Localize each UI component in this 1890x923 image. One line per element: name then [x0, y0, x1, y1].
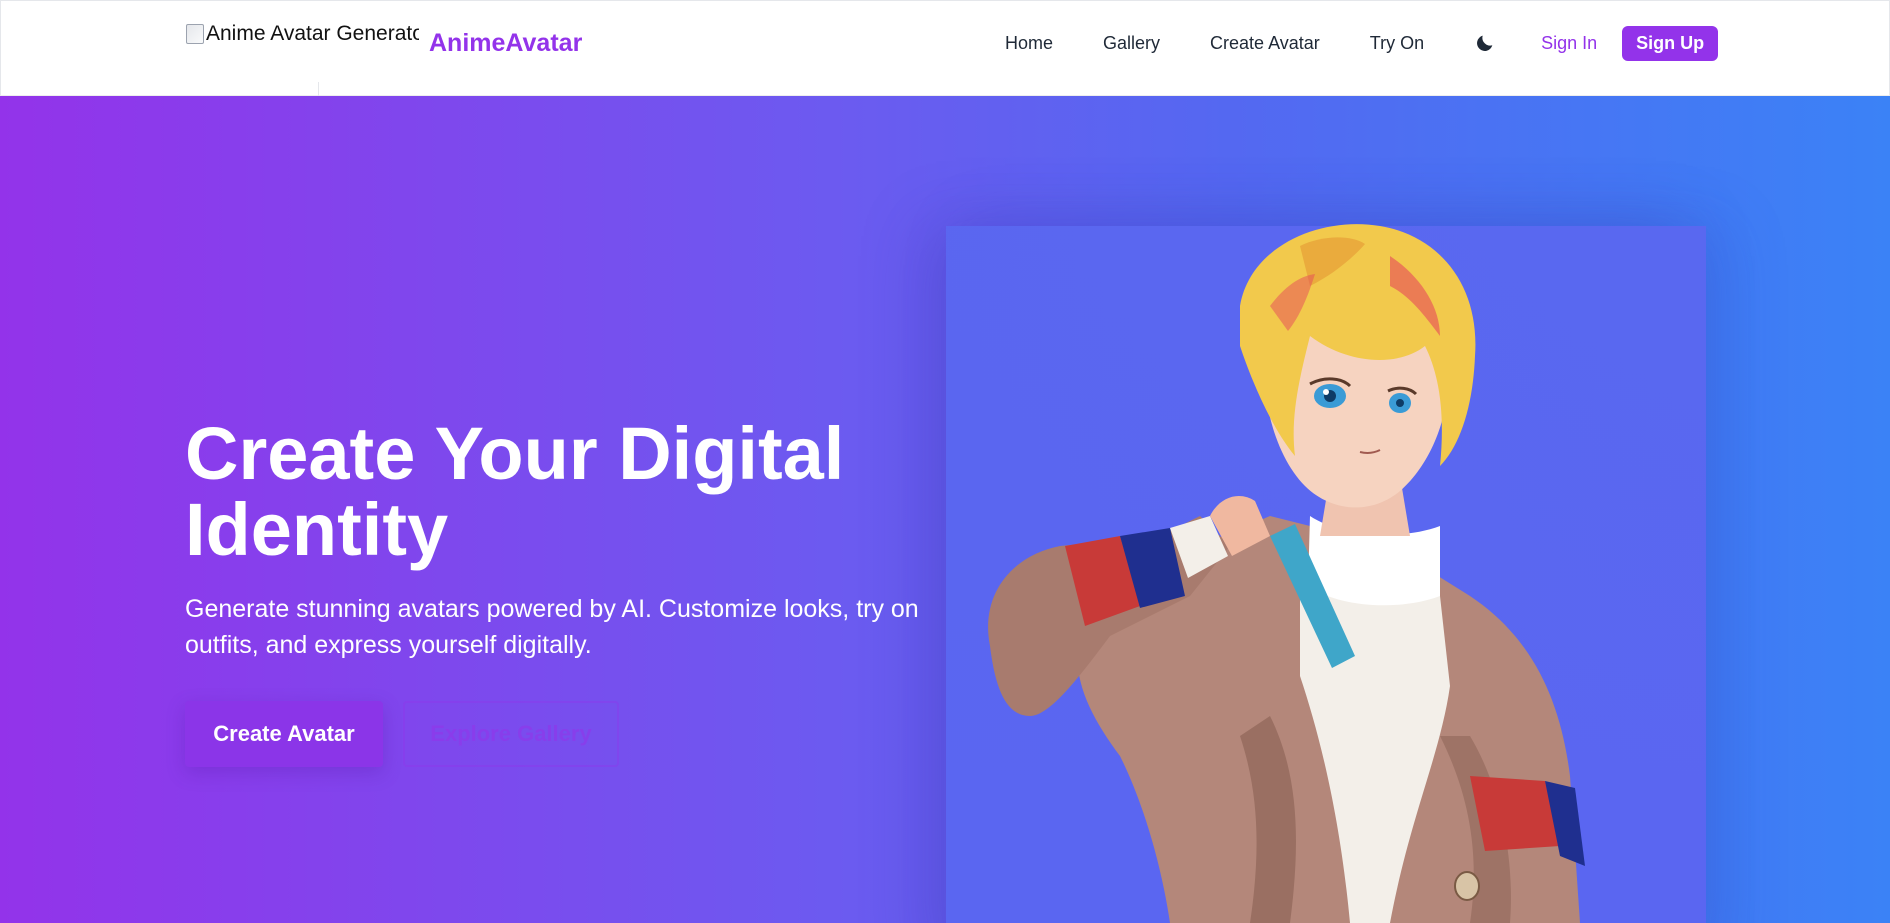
broken-image-icon: [186, 24, 204, 44]
sign-up-button[interactable]: Sign Up: [1622, 25, 1719, 61]
create-avatar-button[interactable]: Create Avatar: [185, 701, 383, 767]
logo-image: Anime Avatar Generator: [186, 22, 419, 58]
nav-create-avatar[interactable]: Create Avatar: [1210, 33, 1320, 54]
logo[interactable]: Anime Avatar Generator AnimeAvatar: [186, 22, 582, 58]
avatar-illustration: [988, 224, 1585, 923]
nav-home[interactable]: Home: [1005, 33, 1053, 54]
top-navbar: Anime Avatar Generator AnimeAvatar Home …: [0, 0, 1890, 96]
brand-name[interactable]: AnimeAvatar: [429, 29, 582, 58]
nav-gallery[interactable]: Gallery: [1103, 33, 1160, 54]
divider: [318, 82, 319, 96]
sign-in-link[interactable]: Sign In: [1541, 33, 1597, 54]
main-nav: Home Gallery Create Avatar Try On Sign I…: [1005, 25, 1719, 61]
hero-title: Create Your Digital Identity: [185, 412, 845, 571]
hero-subtitle: Generate stunning avatars powered by AI.…: [185, 595, 919, 659]
explore-gallery-button[interactable]: Explore Gallery: [403, 701, 619, 767]
moon-icon[interactable]: [1474, 32, 1496, 54]
hero-section: Create Your Digital Identity Generate st…: [0, 96, 1890, 923]
nav-try-on[interactable]: Try On: [1370, 33, 1424, 54]
logo-alt-text: Anime Avatar Generator: [206, 22, 419, 45]
